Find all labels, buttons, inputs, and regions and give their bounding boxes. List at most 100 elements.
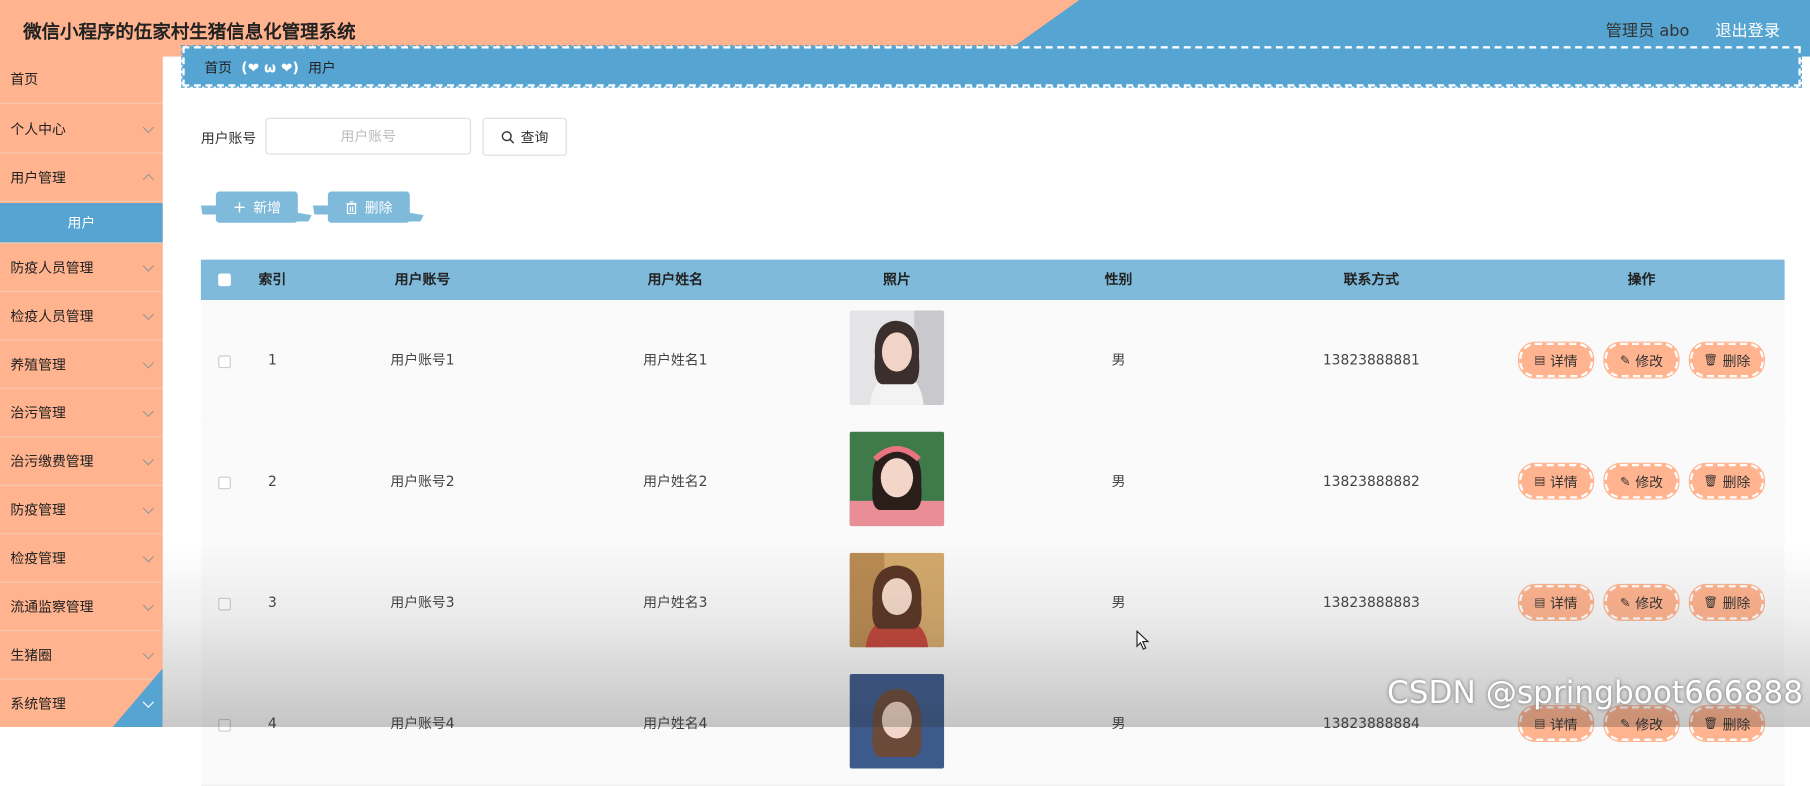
logout-link[interactable]: 退出登录 xyxy=(1715,22,1780,40)
delete-button-label: 删除 xyxy=(1722,352,1751,369)
edit-button[interactable]: ✎ 修改 xyxy=(1603,705,1680,743)
breadcrumb-trail: 首页 (❤ ω ❤) 用户 xyxy=(204,58,335,78)
chevron-down-icon xyxy=(142,308,155,321)
delete-button-label: 删除 xyxy=(364,199,393,216)
delete-button-label: 删除 xyxy=(1722,594,1751,612)
search-icon xyxy=(501,130,515,144)
delete-button[interactable]: 🗑 删除 xyxy=(1688,583,1765,621)
detail-button[interactable]: ▤ 详情 xyxy=(1517,462,1595,500)
watermark: CSDN @springboot666888 xyxy=(1386,675,1804,711)
sidebar-item-epidemic-staff[interactable]: 防疫人员管理 xyxy=(0,245,163,292)
row-checkbox[interactable] xyxy=(218,597,231,611)
edit-button[interactable]: ✎ 修改 xyxy=(1603,341,1680,379)
detail-icon: ▤ xyxy=(1534,353,1546,367)
user-photo xyxy=(849,310,945,406)
user-photo xyxy=(849,673,945,769)
edit-button[interactable]: ✎ 修改 xyxy=(1603,462,1680,500)
sidebar-item-pollution-fee[interactable]: 治污缴费管理 xyxy=(0,439,163,486)
pencil-icon: ✎ xyxy=(1619,473,1631,489)
breadcrumb-home[interactable]: 首页 xyxy=(204,60,232,76)
chevron-down-icon xyxy=(142,599,155,611)
app-title: 微信小程序的伍家村生猪信息化管理系统 xyxy=(23,20,356,43)
breadcrumb-separator: (❤ ω ❤) xyxy=(241,60,299,77)
row-account: 用户账号2 xyxy=(390,473,455,490)
row-name: 用户姓名1 xyxy=(643,351,708,369)
sidebar-item-label: 检疫人员管理 xyxy=(10,308,94,325)
detail-button-label: 详情 xyxy=(1549,594,1578,612)
delete-button[interactable]: 🗑 删除 xyxy=(1688,462,1765,500)
delete-button[interactable]: 🗑 删除 xyxy=(1688,341,1765,379)
sidebar-item-epidemic-prevention[interactable]: 防疫管理 xyxy=(0,487,163,535)
chevron-down-icon xyxy=(142,121,155,134)
mouse-cursor-icon xyxy=(1136,630,1150,650)
column-header-actions: 操作 xyxy=(1627,271,1656,288)
sidebar-item-label: 检疫管理 xyxy=(10,550,66,567)
sidebar-item-user-management[interactable]: 用户管理 xyxy=(0,155,163,202)
sidebar-item-label: 治污缴费管理 xyxy=(10,453,94,470)
row-gender: 男 xyxy=(1111,351,1126,369)
query-button[interactable]: 查询 xyxy=(482,117,567,156)
table-row: 2 用户账号2 用户姓名2 男 13823888882 ▤ 详情 ✎ 修改 🗑 删除 xyxy=(200,421,1785,544)
sidebar-item-quarantine[interactable]: 检疫管理 xyxy=(0,535,163,583)
select-all-checkbox[interactable] xyxy=(218,273,231,287)
add-button-tab-right xyxy=(295,212,312,222)
chevron-down-icon xyxy=(142,260,155,272)
edit-button-label: 修改 xyxy=(1635,594,1663,612)
sidebar-item-pollution[interactable]: 治污管理 xyxy=(0,390,163,438)
sidebar-item-home[interactable]: 首页 xyxy=(0,57,163,104)
detail-icon: ▤ xyxy=(1534,474,1546,488)
row-phone: 13823888883 xyxy=(1322,594,1420,611)
batch-delete-button[interactable]: 删除 xyxy=(312,191,424,223)
delete-button-tab-left xyxy=(312,205,329,215)
row-phone: 13823888881 xyxy=(1322,351,1420,369)
add-button[interactable]: + 新增 xyxy=(200,191,312,223)
row-account: 用户账号4 xyxy=(390,715,455,732)
column-header-index: 索引 xyxy=(258,271,287,288)
row-name: 用户姓名2 xyxy=(643,473,708,490)
sidebar-item-pig-circle[interactable]: 生猪圈 xyxy=(0,632,163,680)
sidebar-item-circulation[interactable]: 流通监察管理 xyxy=(0,584,163,632)
row-checkbox[interactable] xyxy=(218,476,231,490)
row-checkbox[interactable] xyxy=(218,355,231,369)
row-account: 用户账号3 xyxy=(390,594,455,611)
detail-button[interactable]: ▤ 详情 xyxy=(1517,583,1595,621)
sidebar-item-breeding[interactable]: 养殖管理 xyxy=(0,342,163,389)
row-index: 3 xyxy=(268,594,277,611)
detail-button-label: 详情 xyxy=(1549,716,1578,733)
sidebar-item-label: 用户管理 xyxy=(10,169,66,186)
sidebar-item-quarantine-staff[interactable]: 检疫人员管理 xyxy=(0,293,163,341)
user-photo xyxy=(849,431,945,527)
row-gender: 男 xyxy=(1111,715,1126,732)
pencil-icon: ✎ xyxy=(1619,352,1631,368)
edit-button[interactable]: ✎ 修改 xyxy=(1603,583,1680,621)
query-button-label: 查询 xyxy=(520,129,549,146)
column-header-photo: 照片 xyxy=(883,271,911,288)
row-index: 1 xyxy=(268,351,277,369)
search-input[interactable] xyxy=(265,117,471,155)
trash-icon: 🗑 xyxy=(1703,474,1719,488)
pencil-icon: ✎ xyxy=(1619,716,1631,732)
row-index: 2 xyxy=(268,473,277,490)
chevron-down-icon xyxy=(142,551,155,563)
breadcrumb-current: 用户 xyxy=(308,60,336,77)
sidebar-item-label: 治污管理 xyxy=(10,405,66,422)
row-checkbox[interactable] xyxy=(218,718,231,732)
trash-icon xyxy=(346,200,357,214)
sidebar-item-label: 防疫管理 xyxy=(10,501,66,519)
detail-button-label: 详情 xyxy=(1549,473,1578,490)
pencil-icon: ✎ xyxy=(1619,594,1631,610)
delete-button[interactable]: 🗑 删除 xyxy=(1688,705,1765,743)
row-name: 用户姓名4 xyxy=(643,715,708,732)
sidebar-subitem-user[interactable]: 用户 xyxy=(0,203,163,244)
sidebar-item-personal-center[interactable]: 个人中心 xyxy=(0,106,163,154)
detail-button[interactable]: ▤ 详情 xyxy=(1517,341,1595,379)
detail-button[interactable]: ▤ 详情 xyxy=(1517,705,1595,743)
add-button-tab-left xyxy=(200,205,218,215)
header-user-area: 管理员 abo 退出登录 xyxy=(1585,18,1780,41)
delete-button-label: 删除 xyxy=(1722,473,1751,490)
add-button-label: 新增 xyxy=(253,199,281,216)
chevron-down-icon xyxy=(142,696,155,708)
sidebar-item-label: 防疫人员管理 xyxy=(10,259,94,276)
sidebar-item-system[interactable]: 系统管理 xyxy=(0,681,163,727)
column-header-phone: 联系方式 xyxy=(1343,271,1400,288)
